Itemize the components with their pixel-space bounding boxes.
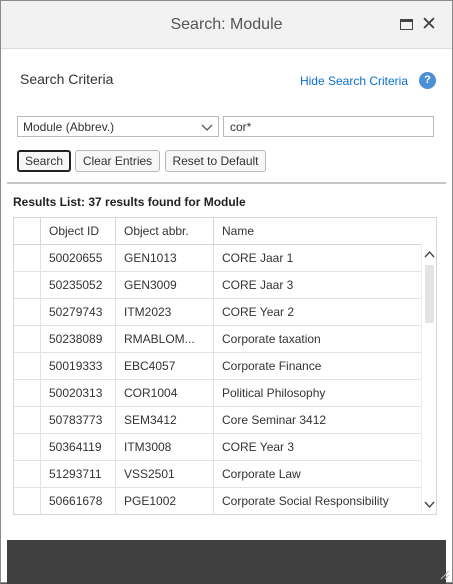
cell-object-id: 50279743 (41, 299, 116, 325)
chevron-down-icon (201, 124, 213, 131)
cell-object-abbr: ITM3008 (116, 434, 214, 460)
table-row[interactable]: 51293711 VSS2501 Corporate Law (14, 461, 422, 488)
cell-name: Corporate Finance (222, 359, 322, 373)
field-select-value: Module (Abbrev.) (23, 120, 115, 134)
scrollbar-thumb[interactable] (425, 265, 434, 323)
search-value-input[interactable] (223, 116, 434, 137)
close-icon[interactable]: ✕ (420, 15, 438, 34)
reset-to-default-button[interactable]: Reset to Default (165, 150, 266, 172)
resize-grip-icon[interactable] (438, 568, 450, 580)
table-row[interactable]: 50364119 ITM3008 CORE Year 3 (14, 434, 422, 461)
table-row[interactable]: 50020313 COR1004 Political Philosophy (14, 380, 422, 407)
criteria-header: Search Criteria Hide Search Criteria ? (7, 49, 446, 105)
cell-object-id: 50783773 (41, 407, 116, 433)
cell-name: Core Seminar 3412 (222, 413, 327, 427)
row-selector[interactable] (14, 326, 41, 352)
column-header-name[interactable]: Name (214, 218, 422, 245)
table-row[interactable]: 50019333 EBC4057 Corporate Finance (14, 353, 422, 380)
cell-object-id: 50364119 (41, 434, 116, 460)
results-table: Object ID Object abbr. Name 50020655 GEN… (13, 217, 437, 515)
row-selector[interactable] (14, 272, 41, 298)
cell-name: CORE Jaar 3 (222, 278, 294, 292)
cell-name: CORE Year 2 (222, 305, 295, 319)
select-column-header[interactable] (14, 218, 41, 245)
row-selector[interactable] (14, 407, 41, 433)
cell-object-id: 50238089 (41, 326, 116, 352)
row-selector[interactable] (14, 488, 41, 514)
search-panel: Search Criteria Hide Search Criteria ? M… (7, 49, 446, 540)
table-row[interactable]: 50020655 GEN1013 CORE Jaar 1 (14, 245, 422, 272)
cell-object-abbr: GEN3009 (116, 272, 214, 298)
cell-name: CORE Jaar 1 (222, 251, 294, 265)
cell-object-abbr: PGE1002 (116, 488, 214, 514)
cell-object-abbr: ITM2023 (116, 299, 214, 325)
help-icon[interactable]: ? (419, 72, 436, 89)
cell-object-id: 51293711 (41, 461, 116, 487)
maximize-icon[interactable] (398, 16, 416, 34)
cell-object-id: 50019333 (41, 353, 116, 379)
cell-object-abbr: EBC4057 (116, 353, 214, 379)
table-row[interactable]: 50238089 RMABLOM... Corporate taxation (14, 326, 422, 353)
table-row[interactable]: 50279743 ITM2023 CORE Year 2 (14, 299, 422, 326)
table-header: Object ID Object abbr. Name (14, 218, 422, 245)
table-body: 50020655 GEN1013 CORE Jaar 1 50235052 GE… (14, 245, 422, 514)
chevron-down-icon[interactable] (424, 499, 435, 510)
clear-entries-button[interactable]: Clear Entries (75, 150, 160, 172)
cell-object-id: 50235052 (41, 272, 116, 298)
cell-object-abbr: COR1004 (116, 380, 214, 406)
cell-object-abbr: VSS2501 (116, 461, 214, 487)
table-row[interactable]: 50661678 PGE1002 Corporate Social Respon… (14, 488, 422, 514)
search-button[interactable]: Search (17, 150, 71, 172)
search-value-field[interactable] (224, 117, 433, 136)
cell-object-id: 50020313 (41, 380, 116, 406)
dialog-footer (7, 540, 446, 584)
cell-object-id: 50661678 (41, 488, 116, 514)
cell-object-abbr: SEM3412 (116, 407, 214, 433)
hide-criteria-link[interactable]: Hide Search Criteria (300, 74, 408, 88)
row-selector[interactable] (14, 353, 41, 379)
cell-name: Corporate taxation (222, 332, 321, 346)
row-selector[interactable] (14, 380, 41, 406)
window-title: Search: Module (170, 16, 283, 33)
table-row[interactable]: 50235052 GEN3009 CORE Jaar 3 (14, 272, 422, 299)
cell-name: Corporate Social Responsibility (222, 494, 389, 508)
results-title: Results List: 37 results found for Modul… (13, 195, 246, 209)
cell-name: Political Philosophy (222, 386, 326, 400)
row-selector[interactable] (14, 299, 41, 325)
cell-object-abbr: GEN1013 (116, 245, 214, 271)
row-selector[interactable] (14, 245, 41, 271)
row-selector[interactable] (14, 434, 41, 460)
title-bar: Search: Module ✕ (1, 1, 452, 49)
cell-object-abbr: RMABLOM... (116, 326, 214, 352)
vertical-scrollbar[interactable] (421, 245, 436, 514)
field-select[interactable]: Module (Abbrev.) (17, 116, 219, 137)
criteria-title: Search Criteria (20, 71, 114, 87)
cell-name: Corporate Law (222, 467, 301, 481)
cell-name: CORE Year 3 (222, 440, 295, 454)
row-selector[interactable] (14, 461, 41, 487)
section-divider (7, 182, 446, 184)
column-header-object-abbr[interactable]: Object abbr. (116, 218, 214, 245)
search-module-dialog: Search: Module ✕ Search Criteria Hide Se… (0, 0, 453, 584)
cell-object-id: 50020655 (41, 245, 116, 271)
chevron-up-icon[interactable] (424, 249, 435, 260)
column-header-object-id[interactable]: Object ID (41, 218, 116, 245)
table-row[interactable]: 50783773 SEM3412 Core Seminar 3412 (14, 407, 422, 434)
